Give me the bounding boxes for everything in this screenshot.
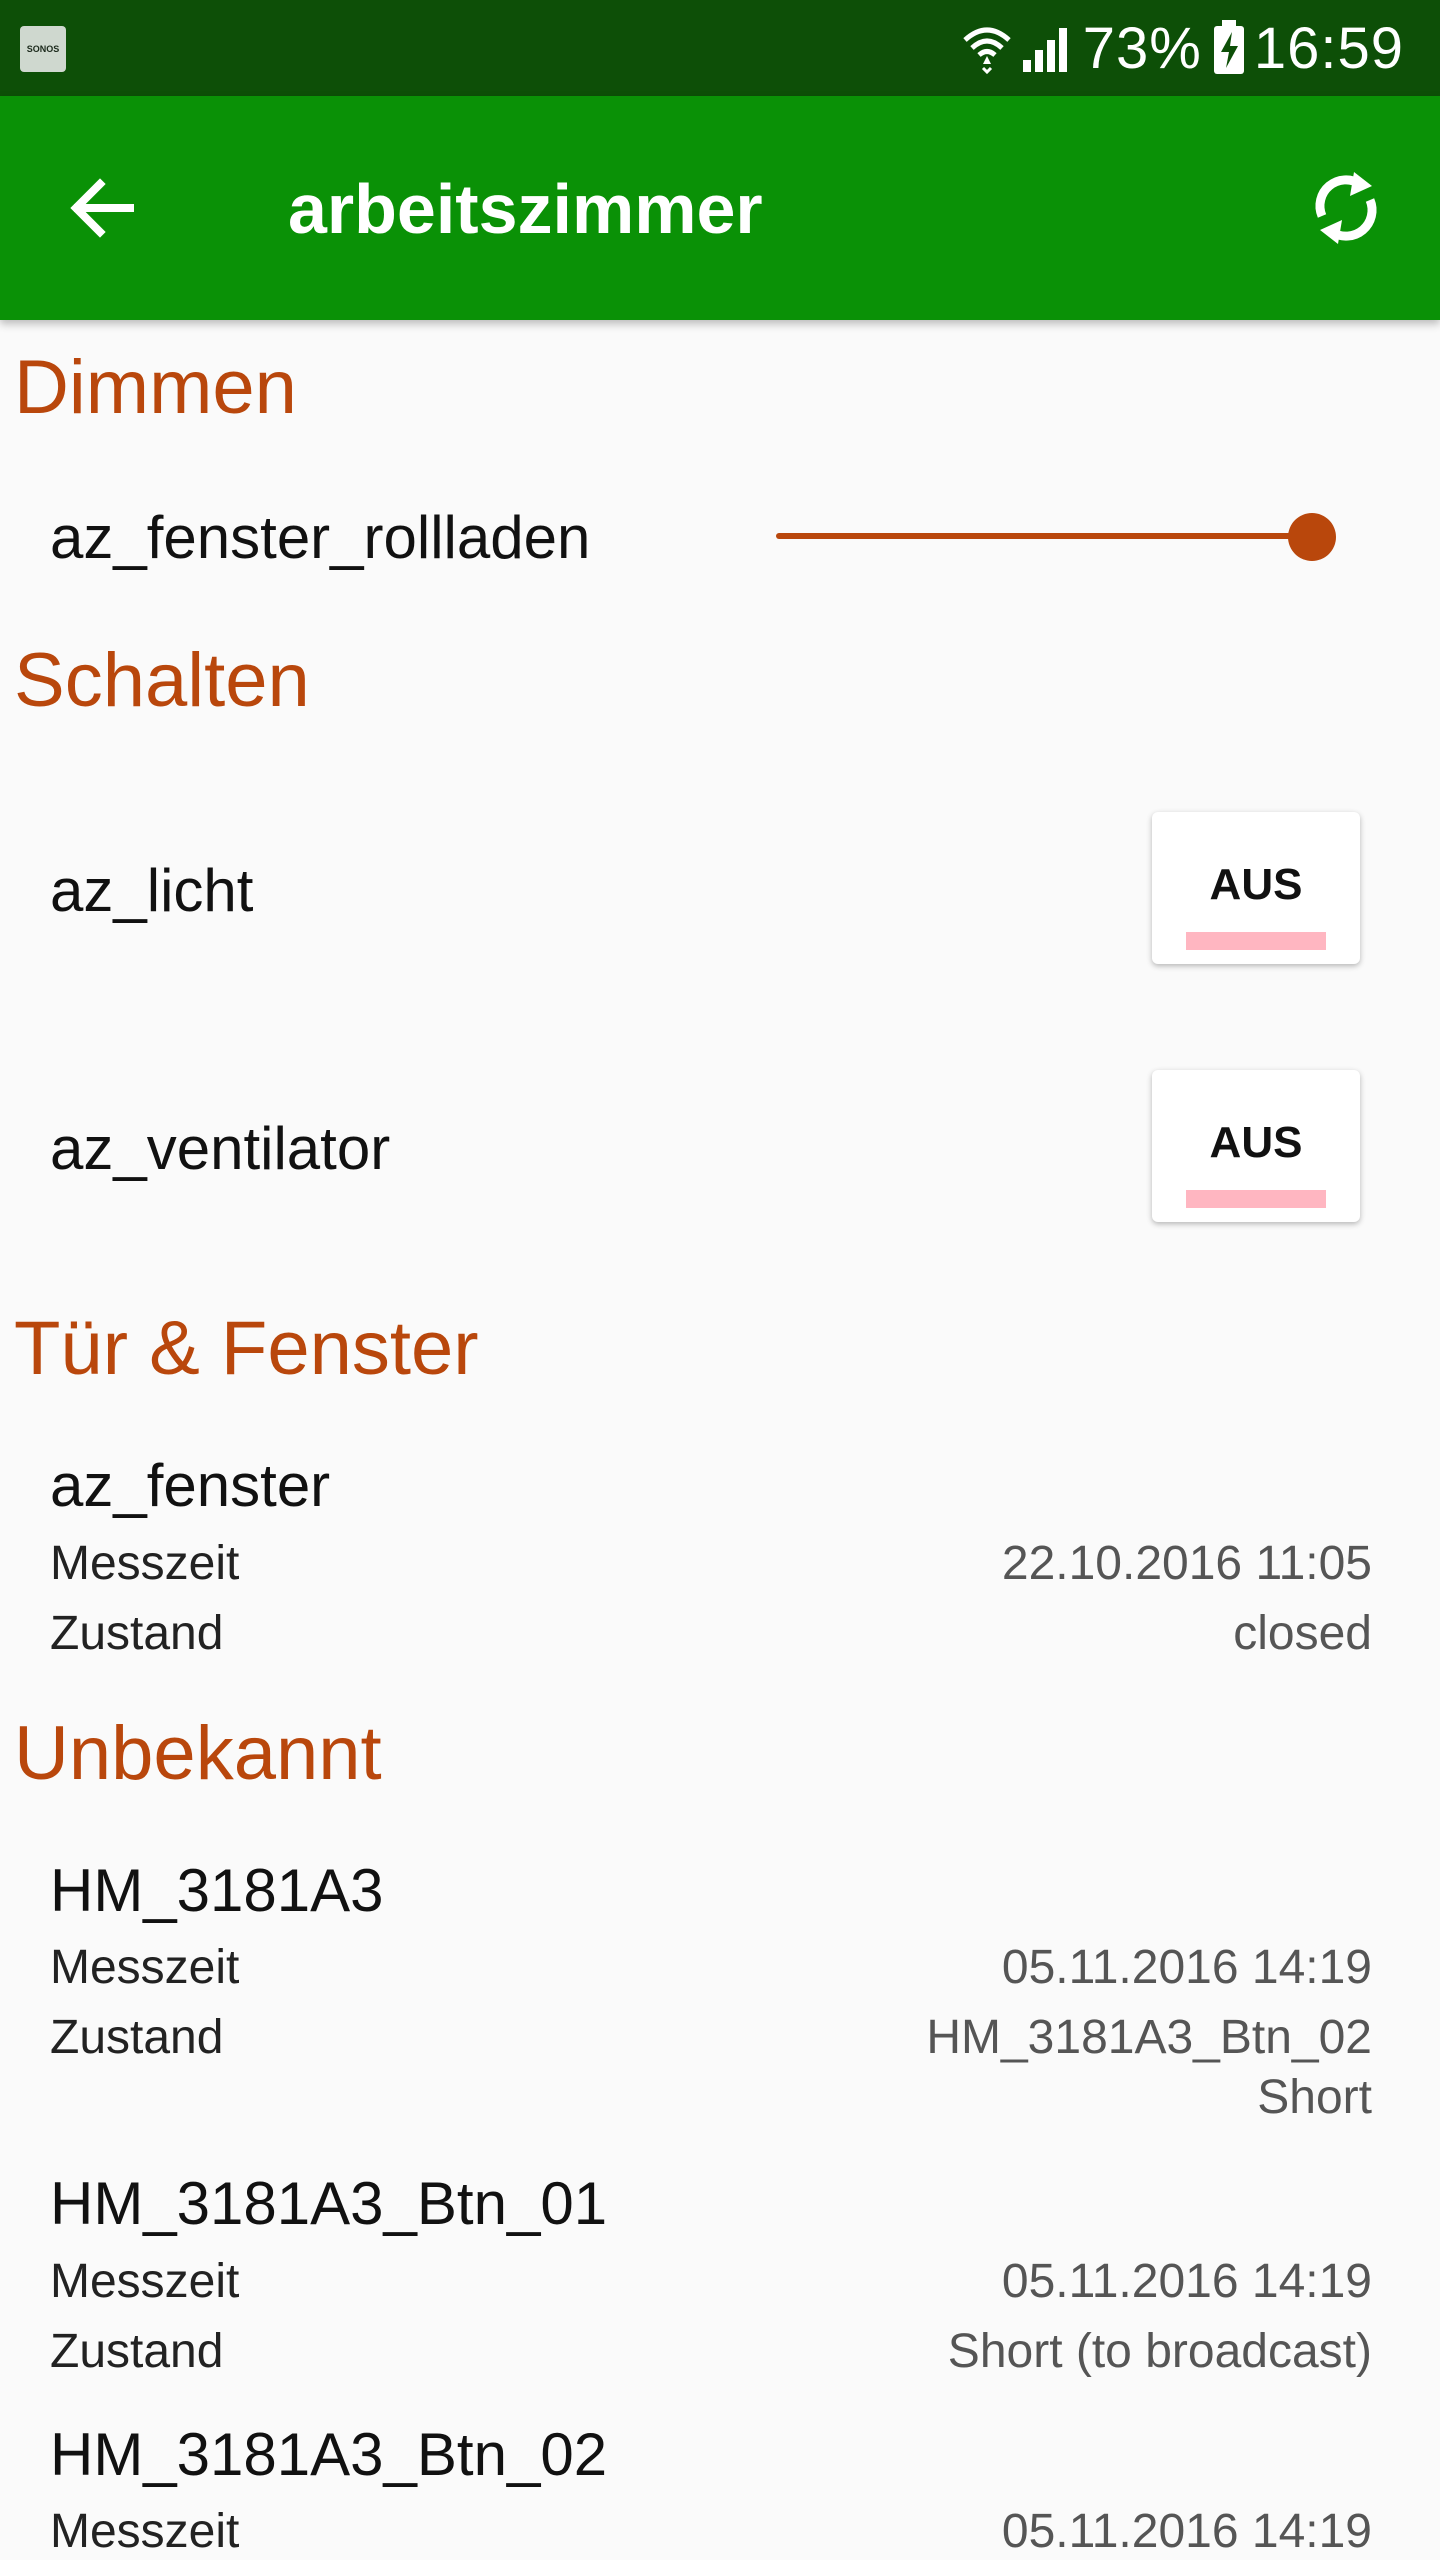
status-bar-right: 73% 16:59 [961, 0, 1414, 96]
zustand-label: Zustand [50, 2325, 224, 2378]
toggle-off-indicator [1186, 932, 1326, 950]
toggle-button-licht[interactable]: AUS [1152, 812, 1360, 964]
messzeit-value: 05.11.2016 14:19 [1001, 2505, 1372, 2558]
back-button[interactable] [56, 162, 148, 254]
sonos-notification-icon: SONOS [20, 26, 66, 72]
wifi-icon [961, 22, 1013, 74]
switch-label-ventilator: az_ventilator [50, 1115, 391, 1182]
screen: SONOS 73% 16:59 arbeitszimmer Dimmen az_… [0, 0, 1440, 2560]
toggle-label: AUS [1209, 1118, 1303, 1167]
battery-charging-icon [1212, 20, 1246, 76]
messzeit-label: Messzeit [50, 2255, 240, 2308]
messzeit-label: Messzeit [50, 1941, 240, 1994]
zustand-value: HM_3181A3_Btn_02 [926, 2011, 1372, 2064]
zustand-value: Short (to broadcast) [947, 2325, 1372, 2378]
device-name-hm-3181a3: HM_3181A3 [50, 1857, 384, 1924]
messzeit-value: 05.11.2016 14:19 [1001, 1941, 1372, 1994]
battery-percent: 73% [1082, 15, 1202, 81]
arrow-back-icon [70, 178, 134, 238]
app-bar: arbeitszimmer [0, 96, 1440, 320]
zustand-value-line2: Short [1257, 2071, 1372, 2124]
slider-thumb[interactable] [1288, 513, 1336, 561]
messzeit-value: 05.11.2016 14:19 [1001, 2255, 1372, 2308]
refresh-icon [1315, 172, 1377, 244]
status-bar: SONOS 73% 16:59 [0, 0, 1440, 96]
toggle-off-indicator [1186, 1190, 1326, 1208]
zustand-label: Zustand [50, 2011, 224, 2064]
toggle-button-ventilator[interactable]: AUS [1152, 1070, 1360, 1222]
device-name-az-fenster: az_fenster [50, 1452, 331, 1519]
device-name-hm-3181a3-btn-02: HM_3181A3_Btn_02 [50, 2421, 608, 2488]
messzeit-label: Messzeit [50, 1537, 240, 1590]
section-title-tuer-fenster: Tür & Fenster [14, 1306, 479, 1391]
refresh-button[interactable] [1300, 162, 1392, 254]
dimmer-slider[interactable] [776, 505, 1336, 565]
zustand-label: Zustand [50, 1607, 224, 1660]
messzeit-value: 22.10.2016 11:05 [1001, 1537, 1372, 1590]
slider-track [776, 533, 1312, 539]
page-title: arbeitszimmer [288, 170, 763, 248]
clock: 16:59 [1253, 15, 1404, 81]
zustand-value: closed [1233, 1607, 1372, 1660]
switch-label-licht: az_licht [50, 857, 254, 924]
device-name-hm-3181a3-btn-01: HM_3181A3_Btn_01 [50, 2170, 608, 2237]
section-title-schalten: Schalten [14, 638, 310, 723]
messzeit-label: Messzeit [50, 2505, 240, 2558]
section-title-dimmen: Dimmen [14, 345, 297, 430]
toggle-label: AUS [1209, 860, 1303, 909]
signal-icon [1021, 22, 1075, 74]
section-title-unbekannt: Unbekannt [14, 1711, 382, 1796]
dimmer-label: az_fenster_rollladen [50, 504, 591, 571]
